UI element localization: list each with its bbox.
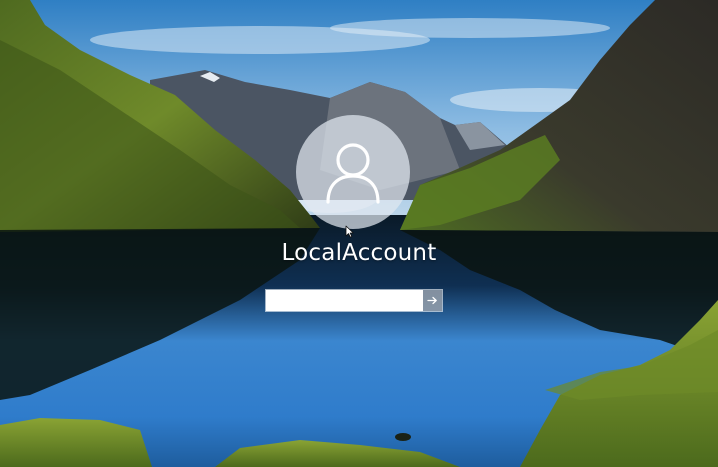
mouse-pointer-icon [345, 225, 354, 238]
password-input[interactable] [266, 290, 423, 311]
arrow-right-icon [427, 296, 437, 305]
user-avatar [296, 115, 410, 229]
background-landscape [0, 0, 718, 467]
lock-screen: LocalAccount [0, 0, 718, 467]
submit-button[interactable] [423, 290, 442, 311]
user-silhouette-icon [326, 143, 380, 204]
account-name: LocalAccount [281, 240, 437, 266]
password-box [266, 290, 442, 311]
